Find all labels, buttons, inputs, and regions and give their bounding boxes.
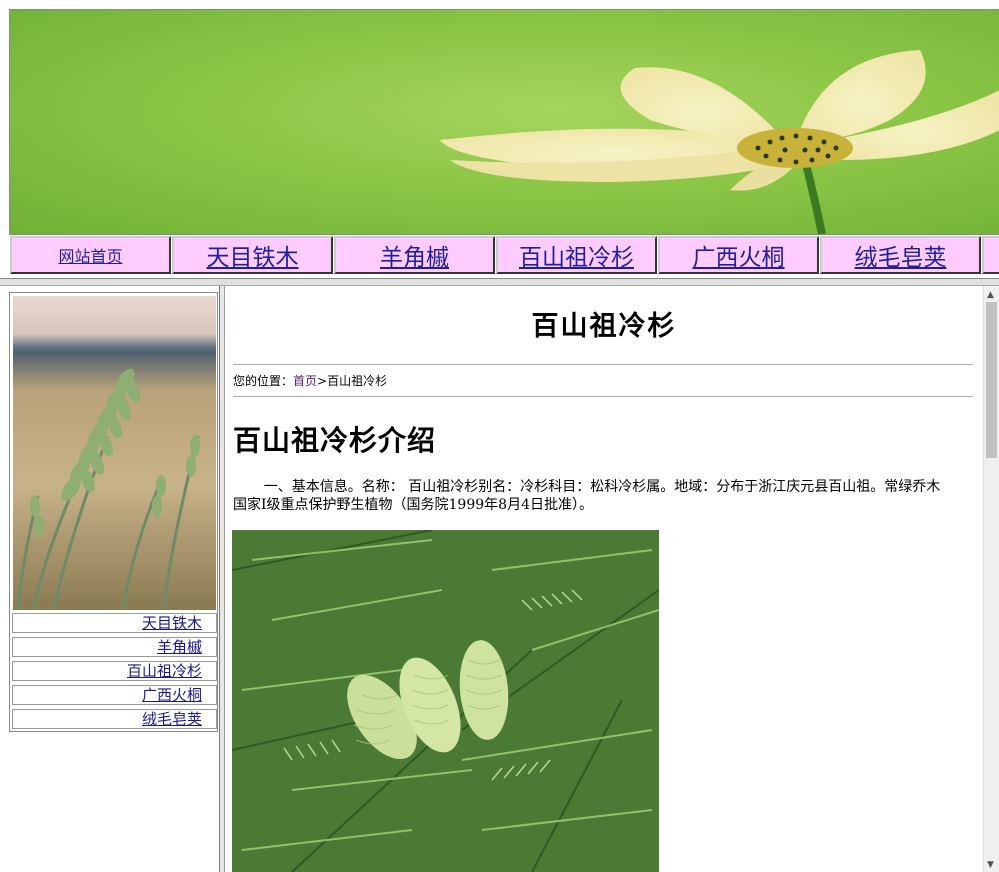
divider xyxy=(233,364,973,365)
intro-paragraph: 一、基本信息。名称： 百山祖冷杉别名：冷杉科目：松科冷杉属。地域：分布于浙江庆元… xyxy=(233,479,941,513)
nav-item-overflow xyxy=(982,236,999,274)
fir-illustration xyxy=(232,530,659,872)
nav-link-rongmao-zaojia[interactable]: 绒毛皂荚 xyxy=(855,238,947,272)
breadcrumb-home-link[interactable]: 首页 xyxy=(293,374,317,388)
fir-cones-photo xyxy=(232,530,659,872)
top-navigation: 网站首页 天目铁木 羊角槭 百山祖冷杉 广西火桐 绒毛皂荚 xyxy=(9,236,999,274)
banner-flower-image xyxy=(9,9,999,235)
breadcrumb: 您的位置：首页>百山祖冷杉 xyxy=(233,372,387,389)
top-frame: 网站首页 天目铁木 羊角槭 百山祖冷杉 广西火桐 绒毛皂荚 xyxy=(0,0,999,280)
sidebar: 天目铁木 羊角槭 百山祖冷杉 广西火桐 绒毛皂荚 xyxy=(9,292,218,732)
sidebar-link-baishanzu-fir[interactable]: 百山祖冷杉 xyxy=(12,661,217,681)
wheat-illustration xyxy=(16,365,200,610)
left-frame: 天目铁木 羊角槭 百山祖冷杉 广西火桐 绒毛皂荚 xyxy=(0,286,219,872)
divider xyxy=(233,396,973,397)
scroll-down-arrow-icon[interactable]: ▼ xyxy=(987,860,994,870)
sidebar-link-rongmao-zaojia[interactable]: 绒毛皂荚 xyxy=(12,709,217,729)
section-heading: 百山祖冷杉介绍 xyxy=(233,424,437,457)
scroll-up-arrow-icon[interactable]: ▲ xyxy=(987,290,994,300)
horizontal-frame-divider[interactable] xyxy=(0,278,999,286)
main-content: 百山祖冷杉 您的位置：首页>百山祖冷杉 百山祖冷杉介绍 一、基本信息。名称： 百… xyxy=(225,286,983,872)
wheat-field-image xyxy=(13,296,216,610)
breadcrumb-prefix: 您的位置： xyxy=(233,374,294,388)
flower-illustration xyxy=(440,50,999,234)
scroll-thumb[interactable] xyxy=(986,302,997,458)
main-scrollbar[interactable]: ▲ ▼ xyxy=(983,286,999,872)
breadcrumb-current: 百山祖冷杉 xyxy=(327,374,388,388)
nav-item-guangxi-huotong[interactable]: 广西火桐 xyxy=(658,236,819,274)
sidebar-link-guangxi-huotong[interactable]: 广西火桐 xyxy=(12,685,217,705)
nav-item-baishanzu-fir[interactable]: 百山祖冷杉 xyxy=(496,236,657,274)
nav-item-rongmao-zaojia[interactable]: 绒毛皂荚 xyxy=(820,236,981,274)
nav-link-yangjiaoqi[interactable]: 羊角槭 xyxy=(380,238,449,272)
sidebar-link-yangjiaoqi[interactable]: 羊角槭 xyxy=(12,637,217,657)
nav-link-guangxi-huotong[interactable]: 广西火桐 xyxy=(693,238,785,272)
page-title: 百山祖冷杉 xyxy=(531,311,677,342)
nav-item-home[interactable]: 网站首页 xyxy=(10,236,171,274)
sidebar-link-tianmu-tiemu[interactable]: 天目铁木 xyxy=(12,613,217,633)
nav-link-baishanzu-fir[interactable]: 百山祖冷杉 xyxy=(519,238,634,272)
nav-link-tianmu-tiemu[interactable]: 天目铁木 xyxy=(207,238,299,272)
breadcrumb-separator: > xyxy=(317,374,328,388)
nav-link-home[interactable]: 网站首页 xyxy=(58,243,122,267)
nav-item-yangjiaoqi[interactable]: 羊角槭 xyxy=(334,236,495,274)
nav-item-tianmu-tiemu[interactable]: 天目铁木 xyxy=(172,236,333,274)
